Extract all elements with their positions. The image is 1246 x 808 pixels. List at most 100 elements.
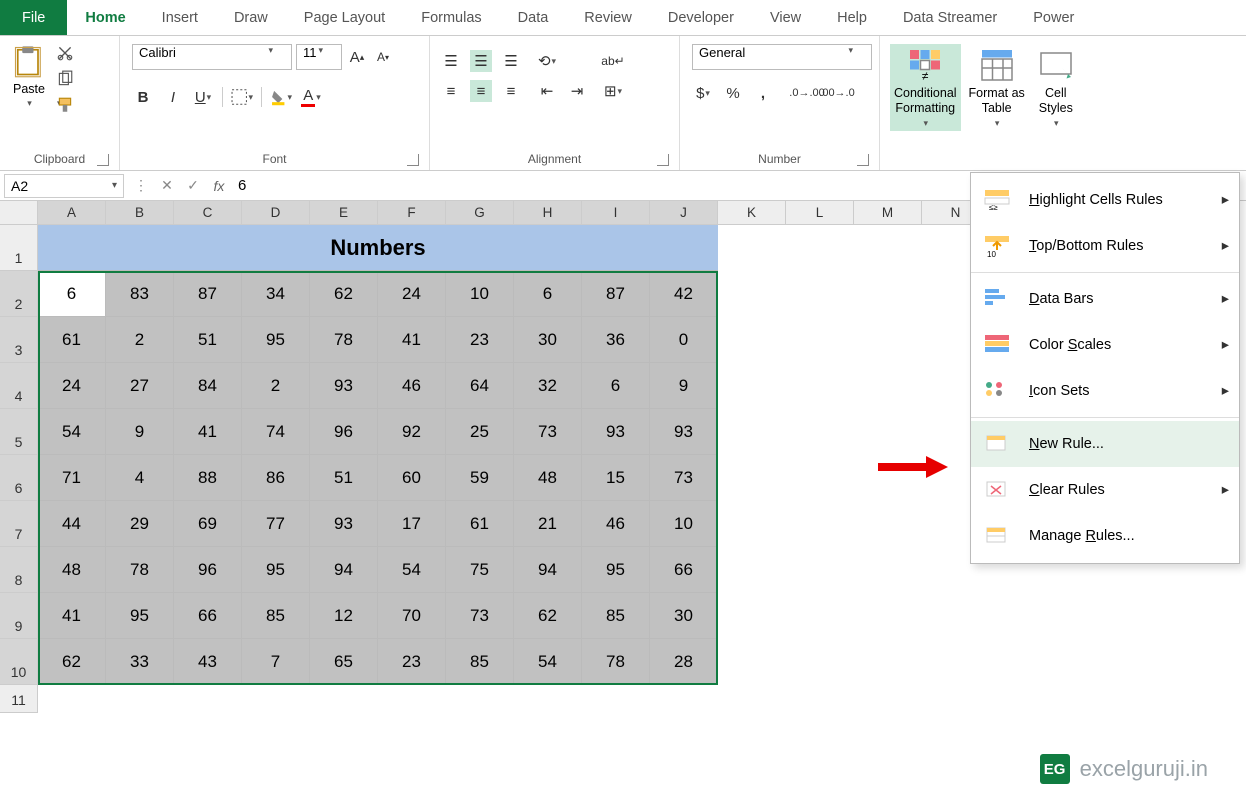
comma-format-icon[interactable]: , — [752, 82, 774, 104]
align-center-icon[interactable]: ≡ — [470, 80, 492, 102]
cell[interactable]: 73 — [514, 409, 582, 455]
bold-button[interactable]: B — [132, 86, 154, 108]
align-right-icon[interactable]: ≡ — [500, 80, 522, 102]
cut-icon[interactable] — [56, 44, 76, 64]
cell[interactable]: 77 — [242, 501, 310, 547]
col-header[interactable]: L — [786, 201, 854, 225]
merge-center-icon[interactable]: ⊞▾ — [602, 80, 624, 102]
tab-data-streamer[interactable]: Data Streamer — [885, 0, 1015, 35]
col-header[interactable]: C — [174, 201, 242, 225]
italic-button[interactable]: I — [162, 86, 184, 108]
cell[interactable]: 62 — [38, 639, 106, 685]
fx-icon[interactable]: fx — [206, 178, 232, 194]
cf-icon-sets[interactable]: Icon Sets — [971, 368, 1239, 414]
cell[interactable]: 54 — [38, 409, 106, 455]
cell[interactable]: 93 — [650, 409, 718, 455]
cell[interactable]: 93 — [582, 409, 650, 455]
cell[interactable]: 87 — [582, 271, 650, 317]
dialog-launcher-icon[interactable] — [857, 154, 869, 166]
cell[interactable]: 87 — [174, 271, 242, 317]
format-as-table-button[interactable]: Format as Table▾ — [965, 44, 1029, 131]
cell[interactable]: 9 — [106, 409, 174, 455]
tab-help[interactable]: Help — [819, 0, 885, 35]
cell[interactable]: 7 — [242, 639, 310, 685]
percent-format-icon[interactable]: % — [722, 82, 744, 104]
cell[interactable]: 2 — [106, 317, 174, 363]
conditional-formatting-button[interactable]: ≠ Conditional Formatting▾ — [890, 44, 961, 131]
cell[interactable]: 0 — [650, 317, 718, 363]
increase-decimal-icon[interactable]: .0→.00 — [796, 82, 818, 104]
cell[interactable]: 29 — [106, 501, 174, 547]
cf-data-bars[interactable]: Data Bars — [971, 276, 1239, 322]
tab-draw[interactable]: Draw — [216, 0, 286, 35]
row-header[interactable]: 4 — [0, 363, 38, 409]
cell[interactable]: 2 — [242, 363, 310, 409]
cell[interactable]: 94 — [310, 547, 378, 593]
cf-clear-rules[interactable]: Clear Rules — [971, 467, 1239, 513]
col-header[interactable]: H — [514, 201, 582, 225]
col-header[interactable]: G — [446, 201, 514, 225]
row-header[interactable]: 1 — [0, 225, 38, 271]
cell[interactable]: 59 — [446, 455, 514, 501]
font-color-button[interactable]: A▾ — [300, 86, 322, 108]
cell[interactable]: 51 — [174, 317, 242, 363]
cell[interactable]: 95 — [582, 547, 650, 593]
tab-page-layout[interactable]: Page Layout — [286, 0, 403, 35]
font-name-select[interactable]: Calibri ▾ — [132, 44, 292, 70]
cell[interactable]: 85 — [446, 639, 514, 685]
cell[interactable]: 28 — [650, 639, 718, 685]
cell[interactable]: 93 — [310, 363, 378, 409]
cell[interactable]: 61 — [446, 501, 514, 547]
cell[interactable]: 48 — [514, 455, 582, 501]
col-header[interactable]: B — [106, 201, 174, 225]
cell[interactable]: 41 — [38, 593, 106, 639]
cell[interactable]: 95 — [106, 593, 174, 639]
cell[interactable]: 95 — [242, 547, 310, 593]
cell[interactable]: 34 — [242, 271, 310, 317]
cell[interactable]: 36 — [582, 317, 650, 363]
decrease-indent-icon[interactable]: ⇤ — [536, 80, 558, 102]
cell[interactable]: 51 — [310, 455, 378, 501]
cf-manage-rules[interactable]: Manage Rules... — [971, 513, 1239, 559]
accounting-format-icon[interactable]: $▾ — [692, 82, 714, 104]
cell[interactable]: 24 — [38, 363, 106, 409]
cell[interactable]: 93 — [310, 501, 378, 547]
cell[interactable]: 65 — [310, 639, 378, 685]
row-header[interactable]: 5 — [0, 409, 38, 455]
cell[interactable]: 21 — [514, 501, 582, 547]
cell[interactable]: 54 — [378, 547, 446, 593]
row-header[interactable]: 10 — [0, 639, 38, 685]
header-cell-numbers[interactable]: Numbers — [38, 225, 718, 271]
cell[interactable]: 46 — [582, 501, 650, 547]
cell[interactable]: 42 — [650, 271, 718, 317]
cell[interactable]: 54 — [514, 639, 582, 685]
row-header[interactable]: 9 — [0, 593, 38, 639]
cell[interactable]: 64 — [446, 363, 514, 409]
cell[interactable]: 85 — [582, 593, 650, 639]
underline-button[interactable]: U▾ — [192, 86, 214, 108]
tab-insert[interactable]: Insert — [144, 0, 216, 35]
col-header[interactable]: M — [854, 201, 922, 225]
align-bottom-icon[interactable]: ☰ — [500, 50, 522, 72]
col-header[interactable]: A — [38, 201, 106, 225]
dialog-launcher-icon[interactable] — [407, 154, 419, 166]
cell[interactable]: 30 — [514, 317, 582, 363]
cell[interactable]: 17 — [378, 501, 446, 547]
tab-file[interactable]: File — [0, 0, 67, 35]
cell[interactable]: 6 — [582, 363, 650, 409]
cell[interactable]: 43 — [174, 639, 242, 685]
cell[interactable]: 83 — [106, 271, 174, 317]
cell[interactable]: 92 — [378, 409, 446, 455]
cf-top-bottom-rules[interactable]: 10 Top/Bottom Rules — [971, 223, 1239, 269]
cell[interactable]: 23 — [446, 317, 514, 363]
tab-formulas[interactable]: Formulas — [403, 0, 499, 35]
dialog-launcher-icon[interactable] — [97, 154, 109, 166]
cell[interactable]: 33 — [106, 639, 174, 685]
cell[interactable]: 32 — [514, 363, 582, 409]
col-header[interactable]: D — [242, 201, 310, 225]
cell[interactable]: 75 — [446, 547, 514, 593]
wrap-text-icon[interactable]: ab↵ — [602, 50, 624, 72]
cell[interactable]: 30 — [650, 593, 718, 639]
cell[interactable]: 71 — [38, 455, 106, 501]
borders-button[interactable]: ▾ — [231, 86, 253, 108]
